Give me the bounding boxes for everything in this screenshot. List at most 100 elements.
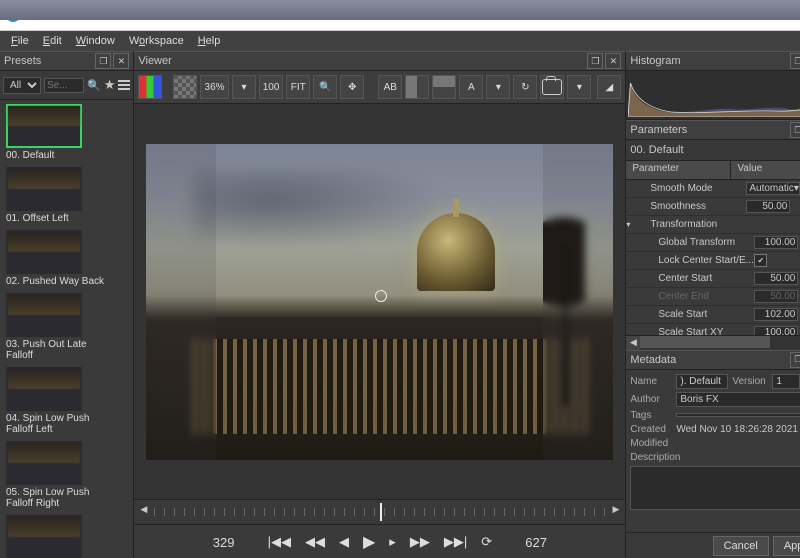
- parameter-label: Global Transform: [636, 237, 754, 248]
- undock-icon[interactable]: ❐: [790, 53, 800, 69]
- parameter-value[interactable]: 50.00: [746, 200, 790, 213]
- menu-window[interactable]: Window: [69, 33, 122, 49]
- preset-thumb[interactable]: [6, 441, 82, 485]
- preset-label: 05. Spin Low Push Falloff Right: [6, 487, 106, 509]
- meta-version-field[interactable]: 1: [772, 374, 800, 389]
- parameter-value-x[interactable]: 50.00: [754, 290, 798, 303]
- frame-out[interactable]: 627: [506, 535, 566, 550]
- zoom-fit-button[interactable]: FIT: [286, 75, 310, 99]
- playhead[interactable]: [380, 503, 382, 521]
- channel-dropdown-icon[interactable]: ▾: [486, 75, 510, 99]
- parameter-row[interactable]: Scale Start102.00: [626, 306, 800, 324]
- preset-thumb[interactable]: [6, 293, 82, 337]
- presets-header: Presets ❐ ✕: [0, 51, 133, 71]
- parameter-row[interactable]: Global Transform100.00: [626, 234, 800, 252]
- preset-item[interactable]: 05. Spin Low Push Falloff Right: [6, 441, 127, 509]
- parameter-row[interactable]: Center End50.00: [626, 288, 800, 306]
- undock-icon[interactable]: ❐: [95, 53, 111, 69]
- preset-item[interactable]: 04. Spin Low Push Falloff Left: [6, 367, 127, 435]
- refresh-icon[interactable]: ↻: [513, 75, 537, 99]
- menu-icon[interactable]: [118, 80, 130, 90]
- goto-end-icon[interactable]: ▶▶|: [444, 534, 467, 550]
- cancel-button[interactable]: Cancel: [713, 536, 769, 556]
- split-horiz-button[interactable]: [432, 75, 456, 99]
- preset-label: 02. Pushed Way Back: [6, 276, 106, 287]
- parameter-row[interactable]: Scale Start XY100.0010: [626, 324, 800, 335]
- zoom-100-button[interactable]: 100: [259, 75, 283, 99]
- meta-tags-field[interactable]: [676, 413, 800, 417]
- expand-icon[interactable]: ▾: [626, 220, 636, 229]
- close-icon[interactable]: ✕: [605, 53, 621, 69]
- apply-button[interactable]: Apply: [773, 536, 800, 556]
- snapshot-button[interactable]: [540, 75, 564, 99]
- goto-start-icon[interactable]: |◀◀: [268, 534, 291, 550]
- preset-filter-select[interactable]: All: [3, 77, 41, 94]
- zoom-dropdown-icon[interactable]: ▾: [232, 75, 256, 99]
- parameter-value[interactable]: 102.00: [754, 308, 798, 321]
- parameter-row[interactable]: Center Start50.0050: [626, 270, 800, 288]
- menu-edit[interactable]: Edit: [36, 33, 69, 49]
- menu-file[interactable]: File: [4, 33, 36, 49]
- parameter-combo[interactable]: Automatic▾: [746, 182, 800, 195]
- preset-thumb[interactable]: [6, 367, 82, 411]
- parameter-row[interactable]: Smooth ModeAutomatic▾: [626, 180, 800, 198]
- snapshot-dropdown-icon[interactable]: ▾: [567, 75, 591, 99]
- parameter-checkbox[interactable]: ✔: [754, 254, 767, 267]
- undock-icon[interactable]: ❐: [587, 53, 603, 69]
- preset-item[interactable]: 02. Pushed Way Back: [6, 230, 127, 287]
- meta-author-field[interactable]: Boris FX: [676, 392, 800, 407]
- compare-ab-button[interactable]: AB: [378, 75, 402, 99]
- preset-item[interactable]: 00. Default: [6, 104, 127, 161]
- frame-in[interactable]: 329: [194, 535, 254, 550]
- step-back-icon[interactable]: ◀◀: [305, 534, 325, 550]
- favorite-icon[interactable]: ★: [104, 77, 116, 93]
- play-icon[interactable]: ▶: [363, 532, 375, 552]
- step-forward-icon[interactable]: ▶▶: [410, 534, 430, 550]
- parameter-value[interactable]: 100.00: [754, 236, 798, 249]
- parameter-tree[interactable]: Smooth ModeAutomatic▾Smoothness50.00▾Tra…: [626, 180, 800, 335]
- preview-image: [146, 144, 613, 460]
- transport-bar: 329 |◀◀ ◀◀ ◀ ▶ ▸ ▶▶ ▶▶| ⟳ 627: [134, 524, 625, 558]
- menu-workspace[interactable]: Workspace: [122, 33, 191, 49]
- meta-name-field[interactable]: ). Default: [676, 374, 728, 389]
- center-marker-icon[interactable]: [375, 290, 387, 302]
- undock-icon[interactable]: ❐: [790, 122, 800, 138]
- preset-thumb[interactable]: [6, 515, 82, 558]
- timeline-ruler[interactable]: ◀ ▶: [134, 499, 625, 524]
- parameter-row[interactable]: Smoothness50.00: [626, 198, 800, 216]
- menu-help[interactable]: Help: [191, 33, 228, 49]
- parameter-columns: Parameter Value: [626, 161, 800, 180]
- magnify-icon[interactable]: 🔍: [313, 75, 337, 99]
- parameter-hscroll[interactable]: ◀ ▶: [626, 335, 800, 350]
- loop-icon[interactable]: ⟳: [481, 534, 492, 550]
- play-reverse-icon[interactable]: ◀: [339, 534, 349, 550]
- preset-item[interactable]: 01. Offset Left: [6, 167, 127, 224]
- meta-created: Wed Nov 10 18:26:28 2021: [676, 424, 798, 435]
- preset-item[interactable]: 03. Push Out Late Falloff: [6, 293, 127, 361]
- preset-thumb[interactable]: [6, 167, 82, 211]
- viewer-canvas-area[interactable]: [134, 104, 625, 499]
- meta-description-field[interactable]: [630, 466, 800, 510]
- close-icon[interactable]: ✕: [113, 53, 129, 69]
- histogram-icon[interactable]: ◢: [597, 75, 621, 99]
- channel-a-button[interactable]: A: [459, 75, 483, 99]
- preset-thumb[interactable]: [6, 230, 82, 274]
- checker-button[interactable]: [173, 75, 197, 99]
- move-icon[interactable]: ✥: [340, 75, 364, 99]
- channel-rgb-button[interactable]: [138, 75, 162, 99]
- preset-item[interactable]: 06. Spin Low Push Forward: [6, 515, 127, 558]
- zoom-display[interactable]: 36%: [200, 75, 229, 99]
- preset-thumb[interactable]: [6, 104, 82, 148]
- dialog-footer: Cancel Apply: [626, 532, 800, 558]
- preset-search-input[interactable]: [44, 78, 84, 93]
- parameter-value-x[interactable]: 50.00: [754, 272, 798, 285]
- parameter-row[interactable]: Lock Center Start/E...✔: [626, 252, 800, 270]
- search-icon[interactable]: 🔍: [87, 79, 101, 92]
- play-forward-icon[interactable]: ▸: [389, 534, 396, 550]
- preset-list[interactable]: 00. Default 01. Offset Left 02. Pushed Way…: [0, 100, 133, 558]
- parameter-row[interactable]: ▾Transformation: [626, 216, 800, 234]
- split-vert-button[interactable]: [405, 75, 429, 99]
- parameter-value-x[interactable]: 100.00: [754, 326, 798, 335]
- undock-icon[interactable]: ❐: [790, 352, 800, 368]
- parameter-label: Transformation: [636, 219, 746, 230]
